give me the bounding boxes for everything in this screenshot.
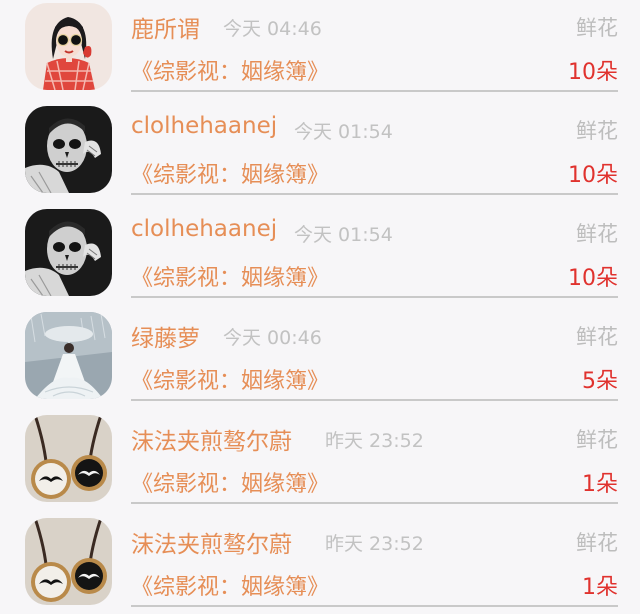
skull-face-man-avatar-image [25, 209, 112, 296]
gift-type-label: 鲜花 [576, 428, 618, 452]
timestamp: 今天 00:46 [223, 327, 322, 349]
divider [131, 605, 618, 607]
gift-count: 10朵 [568, 60, 618, 85]
list-item[interactable]: 沫法夹煎骜尔蔚 昨天 23:52 鲜花 《综影视：姻缘簿》 1朵 [0, 412, 640, 515]
avatar[interactable] [25, 106, 112, 193]
gift-type-label: 鲜花 [576, 119, 618, 143]
gift-count: 1朵 [582, 575, 618, 600]
avatar[interactable] [25, 415, 112, 502]
mustache-pendants-avatar-image [25, 415, 112, 502]
list-item[interactable]: clolhehaanej 今天 01:54 鲜花 《综影视：姻缘簿》 10朵 [0, 206, 640, 309]
user-name[interactable]: 绿藤萝 [131, 319, 200, 353]
gift-type-label: 鲜花 [576, 222, 618, 246]
user-name[interactable]: 沫法夹煎骜尔蔚 [131, 525, 292, 559]
mustache-pendants-avatar-image [25, 518, 112, 605]
gift-count: 10朵 [568, 163, 618, 188]
user-name[interactable]: 鹿所谓 [131, 10, 200, 44]
book-title-link[interactable]: 《综影视：姻缘簿》 [131, 466, 329, 498]
gift-count: 5朵 [582, 369, 618, 394]
divider [131, 502, 618, 504]
timestamp: 今天 01:54 [294, 224, 393, 246]
gift-count: 10朵 [568, 266, 618, 291]
woman-in-white-gown-avatar-image [25, 312, 112, 399]
user-name[interactable]: 沫法夹煎骜尔蔚 [131, 422, 292, 456]
list-item[interactable]: 绿藤萝 今天 00:46 鲜花 《综影视：姻缘簿》 5朵 [0, 309, 640, 412]
timestamp: 今天 04:46 [223, 18, 322, 40]
avatar[interactable] [25, 3, 112, 90]
book-title-link[interactable]: 《综影视：姻缘簿》 [131, 260, 329, 292]
user-name[interactable]: clolhehaanej [131, 216, 277, 242]
girl-with-sunglasses-avatar-image [25, 3, 112, 90]
gift-type-label: 鲜花 [576, 325, 618, 349]
divider [131, 399, 618, 401]
divider [131, 90, 618, 92]
divider [131, 296, 618, 298]
gift-type-label: 鲜花 [576, 16, 618, 40]
avatar[interactable] [25, 209, 112, 296]
list-item[interactable]: clolhehaanej 今天 01:54 鲜花 《综影视：姻缘簿》 10朵 [0, 103, 640, 206]
book-title-link[interactable]: 《综影视：姻缘簿》 [131, 363, 329, 395]
skull-face-man-avatar-image [25, 106, 112, 193]
flower-gift-list: 鹿所谓 今天 04:46 鲜花 《综影视：姻缘簿》 10朵 clolhehaan… [0, 0, 640, 614]
timestamp: 昨天 23:52 [325, 430, 424, 452]
divider [131, 193, 618, 195]
gift-count: 1朵 [582, 472, 618, 497]
list-item[interactable]: 鹿所谓 今天 04:46 鲜花 《综影视：姻缘簿》 10朵 [0, 0, 640, 103]
avatar[interactable] [25, 518, 112, 605]
user-name[interactable]: clolhehaanej [131, 113, 277, 139]
book-title-link[interactable]: 《综影视：姻缘簿》 [131, 54, 329, 86]
timestamp: 昨天 23:52 [325, 533, 424, 555]
list-item[interactable]: 沫法夹煎骜尔蔚 昨天 23:52 鲜花 《综影视：姻缘簿》 1朵 [0, 515, 640, 614]
timestamp: 今天 01:54 [294, 121, 393, 143]
avatar[interactable] [25, 312, 112, 399]
book-title-link[interactable]: 《综影视：姻缘簿》 [131, 157, 329, 189]
book-title-link[interactable]: 《综影视：姻缘簿》 [131, 569, 329, 601]
gift-type-label: 鲜花 [576, 531, 618, 555]
